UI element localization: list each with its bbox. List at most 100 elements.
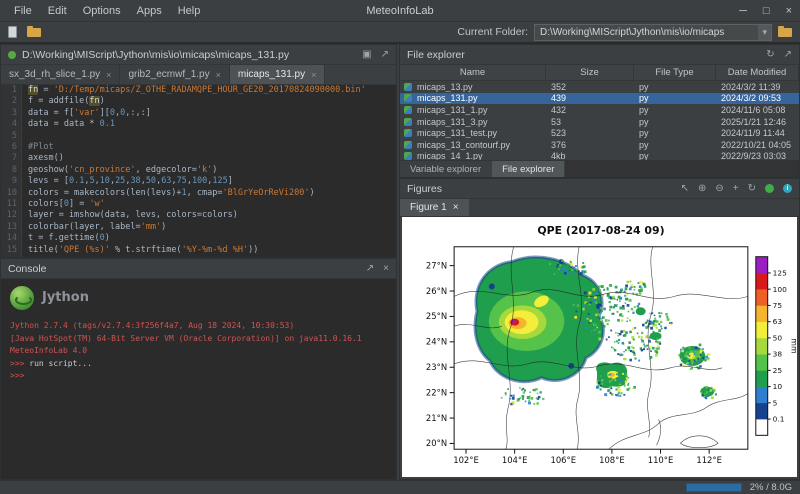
code-token: 'BlGrYeOrReVi200': [222, 188, 309, 198]
open-folder-icon[interactable]: [27, 28, 41, 37]
maximize-button[interactable]: □: [763, 5, 770, 17]
file-row[interactable]: micaps_131_3.py53py2025/1/21 12:46: [400, 116, 799, 128]
menu-edit[interactable]: Edit: [40, 3, 75, 19]
refresh-icon[interactable]: ↻: [766, 50, 774, 60]
line-number: 11: [1, 199, 22, 210]
code-token: 10: [100, 176, 110, 186]
code-token: fn: [28, 85, 38, 95]
editor-tab-micaps_131.py[interactable]: micaps_131.py ×: [230, 65, 326, 84]
file-row[interactable]: micaps_13_contourf.py376py2022/10/21 04:…: [400, 139, 799, 151]
lon-tick-label: 104°E: [502, 455, 528, 465]
code-token: 'QPE (%s)': [59, 245, 110, 255]
editor-tab-grib2_ecmwf_1.py[interactable]: grib2_ecmwf_1.py×: [120, 65, 229, 84]
full-extent-icon[interactable]: ↻: [748, 184, 756, 194]
float-panel-icon[interactable]: ↗: [784, 50, 792, 60]
editor-tab-sx_3d_rh_slice_1.py[interactable]: sx_3d_rh_slice_1.py×: [1, 65, 120, 84]
code-token: 0.1: [69, 176, 84, 186]
tab-close-icon[interactable]: ×: [453, 202, 459, 213]
minimize-button[interactable]: ─: [739, 5, 747, 17]
code-lines: 1fn = 'D:/Temp/micaps/Z_OTHE_RADAMQPE_HO…: [1, 85, 396, 256]
zoom-out-icon[interactable]: ⊖: [715, 184, 723, 194]
figures-title: Figures: [407, 183, 442, 195]
column-header-file-type[interactable]: File Type: [634, 65, 716, 80]
close-panel-icon[interactable]: ×: [383, 264, 389, 274]
code-line: 4data = data * 0.1: [1, 119, 396, 130]
code-editor[interactable]: 1fn = 'D:/Temp/micaps/Z_OTHE_RADAMQPE_HO…: [1, 85, 396, 257]
console-output[interactable]: Jython Jython 2.7.4 (tags/v2.7.4:3f256f4…: [1, 279, 396, 479]
info-icon[interactable]: i: [783, 184, 792, 193]
tab-variable-explorer[interactable]: Variable explorer: [400, 161, 492, 177]
python-file-icon: [404, 152, 412, 160]
file-row[interactable]: micaps_13.py352py2024/3/2 11:39: [400, 81, 799, 93]
file-row[interactable]: micaps_131.py439py2024/3/2 09:53: [400, 93, 799, 105]
file-row[interactable]: micaps_131_1.py432py2024/11/6 05:08: [400, 104, 799, 116]
console-prompt-line: >>>: [10, 370, 387, 383]
zoom-in-icon[interactable]: ⊕: [698, 184, 706, 194]
code-text: data = data * 0.1: [22, 119, 115, 130]
code-text: colors = makecolors(len(levs)+1, cmap='B…: [22, 188, 315, 199]
current-folder-combobox[interactable]: D:\Working\MIScript\Jython\mis\io/micaps…: [534, 24, 772, 41]
file-row[interactable]: micaps_14_1.py4kbpy2022/9/23 03:03: [400, 151, 799, 160]
code-token: 'mm': [141, 222, 161, 232]
python-file-icon: [404, 83, 412, 91]
tab-close-icon[interactable]: ×: [311, 70, 316, 80]
jython-branding: Jython: [10, 286, 387, 310]
code-token: , edgecolor=: [135, 165, 196, 175]
browse-folder-icon[interactable]: [778, 28, 792, 37]
code-token: data = data *: [28, 119, 100, 129]
new-script-icon[interactable]: [8, 26, 17, 38]
file-name: micaps_131_3.py: [417, 117, 546, 127]
editor-tab-label: micaps_131.py: [238, 69, 305, 80]
code-text: data = f['var'][0,0,:,:]: [22, 108, 151, 119]
code-token: , cmap=: [187, 188, 223, 198]
tab-close-icon[interactable]: ×: [216, 70, 221, 80]
figure-tab-label: Figure 1: [410, 202, 447, 213]
file-size: 53: [546, 117, 634, 127]
identify-icon[interactable]: [765, 184, 774, 193]
float-panel-icon[interactable]: ↗: [381, 50, 389, 60]
explorer-bottom-tabs: Variable explorerFile explorer: [400, 160, 799, 177]
select-icon[interactable]: ↖: [681, 184, 689, 194]
code-text: colorbar(layer, label='mm'): [22, 222, 166, 233]
tab-file-explorer[interactable]: File explorer: [492, 161, 565, 177]
file-explorer-panel: File explorer ↻ ↗ NameSizeFile TypeDate M…: [399, 44, 800, 178]
file-explorer-title: File explorer: [407, 49, 465, 61]
column-header-date-modified[interactable]: Date Modified: [716, 65, 799, 80]
file-size: 432: [546, 105, 634, 115]
code-line: 5: [1, 131, 396, 142]
code-token: colors[: [28, 199, 64, 209]
close-button[interactable]: ×: [786, 5, 792, 17]
code-token: ): [309, 188, 314, 198]
tab-close-icon[interactable]: ×: [106, 70, 111, 80]
float-panel-icon[interactable]: ↗: [366, 264, 374, 274]
window-controls: ─ □ ×: [739, 0, 792, 22]
lon-tick-label: 102°E: [453, 455, 479, 465]
line-number: 6: [1, 142, 22, 153]
console-panel: Console ↗× Jython Jython 2.7.4 (tags/v2.…: [0, 258, 397, 480]
code-token: f = addfile(: [28, 96, 89, 106]
code-line: 8geoshow('cn_province', edgecolor='k'): [1, 165, 396, 176]
colorbar-tick-label: 5: [773, 398, 778, 407]
code-token: 38: [130, 176, 140, 186]
file-row[interactable]: micaps_131_test.py523py2024/11/9 11:44: [400, 127, 799, 139]
code-token: '%Y-%m-%d %H': [182, 245, 249, 255]
maximize-panel-icon[interactable]: ▣: [362, 50, 371, 60]
menu-file[interactable]: File: [6, 3, 40, 19]
file-date-modified: 2025/1/21 12:46: [716, 117, 799, 127]
status-bar: 2% / 8.0G: [0, 480, 800, 494]
figure-canvas[interactable]: QPE (2017-08-24 09): [402, 217, 797, 477]
code-line: 3data = f['var'][0,0,:,:]: [1, 108, 396, 119]
menu-help[interactable]: Help: [170, 3, 209, 19]
menu-options[interactable]: Options: [75, 3, 129, 19]
menu-apps[interactable]: Apps: [129, 3, 170, 19]
code-token: colors = makecolors(len(levs)+: [28, 188, 182, 198]
figure-tab[interactable]: Figure 1 ×: [400, 199, 469, 216]
pan-icon[interactable]: +: [733, 184, 739, 194]
code-token: data = f[: [28, 108, 74, 118]
file-table-rows: micaps_13.py352py2024/3/2 11:39micaps_13…: [400, 81, 799, 160]
column-header-size[interactable]: Size: [546, 65, 634, 80]
column-header-name[interactable]: Name: [400, 65, 546, 80]
toolbar-left-icons: [8, 26, 41, 38]
chevron-down-icon[interactable]: ▾: [758, 25, 771, 40]
file-type: py: [634, 105, 716, 115]
